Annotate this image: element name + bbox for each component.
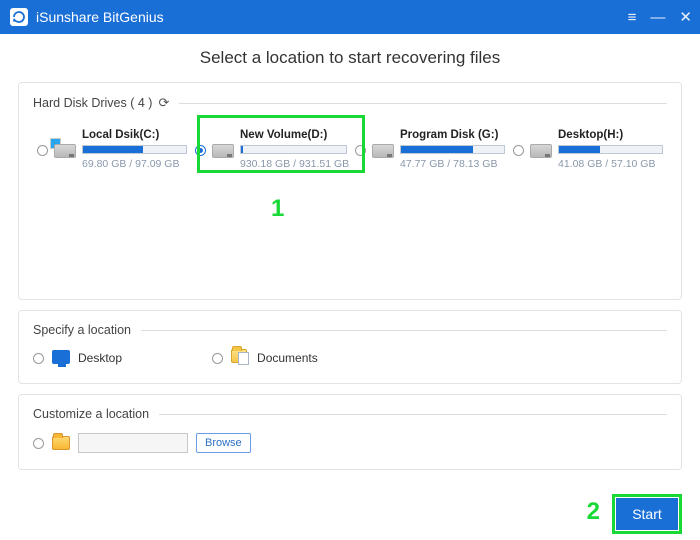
annotation-number-2: 2 (587, 498, 600, 526)
minimize-icon[interactable]: — (650, 9, 665, 26)
drive-radio[interactable] (355, 145, 366, 156)
hard-drives-header: Hard Disk Drives ( 4 ) (33, 96, 152, 110)
divider (179, 103, 667, 104)
disk-icon (212, 144, 234, 158)
drive-size: 69.80 GB / 97.09 GB (82, 158, 187, 170)
desktop-icon (52, 349, 70, 367)
drive-name: Program Disk (G:) (400, 129, 505, 141)
disk-icon (530, 144, 552, 158)
menu-icon[interactable]: ≡ (628, 9, 637, 26)
divider (159, 414, 667, 415)
custom-path-input[interactable] (78, 433, 188, 453)
location-radio[interactable] (33, 353, 44, 364)
location-documents[interactable]: Documents (212, 349, 318, 367)
drive-usage-bar (82, 145, 187, 154)
drive-usage-bar (400, 145, 505, 154)
disk-icon (54, 144, 76, 158)
hard-drives-panel: Hard Disk Drives ( 4 ) ⟳ Local Dsik(C:) … (18, 82, 682, 300)
close-icon[interactable]: ✕ (679, 8, 692, 26)
location-label: Desktop (78, 351, 122, 365)
location-desktop[interactable]: Desktop (33, 349, 122, 367)
specify-location-panel: Specify a location Desktop Documents (18, 310, 682, 384)
drive-radio[interactable] (195, 145, 206, 156)
drive-size: 47.77 GB / 78.13 GB (400, 158, 505, 170)
specify-header: Specify a location (33, 323, 131, 337)
drive-item-g[interactable]: Program Disk (G:) 47.77 GB / 78.13 GB (351, 123, 509, 176)
drive-usage-bar (240, 145, 347, 154)
refresh-icon[interactable]: ⟳ (158, 95, 169, 111)
documents-icon (231, 349, 249, 367)
drive-item-h[interactable]: Desktop(H:) 41.08 GB / 57.10 GB (509, 123, 667, 176)
drive-name: Desktop(H:) (558, 129, 663, 141)
annotation-number-1: 1 (271, 195, 284, 223)
custom-radio[interactable] (33, 438, 44, 449)
page-title: Select a location to start recovering fi… (18, 48, 682, 68)
drive-item-d[interactable]: New Volume(D:) 930.18 GB / 931.51 GB (191, 123, 351, 176)
location-label: Documents (257, 351, 318, 365)
location-radio[interactable] (212, 353, 223, 364)
customize-header: Customize a location (33, 407, 149, 421)
app-title: iSunshare BitGenius (36, 9, 164, 25)
divider (141, 330, 667, 331)
drives-row: Local Dsik(C:) 69.80 GB / 97.09 GB New V… (33, 123, 667, 176)
drive-size: 930.18 GB / 931.51 GB (240, 158, 347, 170)
drive-radio[interactable] (37, 145, 48, 156)
disk-icon (372, 144, 394, 158)
browse-button[interactable]: Browse (196, 433, 251, 453)
titlebar: iSunshare BitGenius ≡ — ✕ (0, 0, 700, 34)
drive-usage-bar (558, 145, 663, 154)
drive-name: Local Dsik(C:) (82, 129, 187, 141)
customize-location-panel: Customize a location Browse (18, 394, 682, 470)
drive-radio[interactable] (513, 145, 524, 156)
folder-icon (52, 436, 70, 450)
app-logo-icon (10, 8, 28, 26)
drive-item-c[interactable]: Local Dsik(C:) 69.80 GB / 97.09 GB (33, 123, 191, 176)
drive-name: New Volume(D:) (240, 129, 347, 141)
drive-size: 41.08 GB / 57.10 GB (558, 158, 663, 170)
start-button[interactable]: Start (616, 498, 678, 530)
